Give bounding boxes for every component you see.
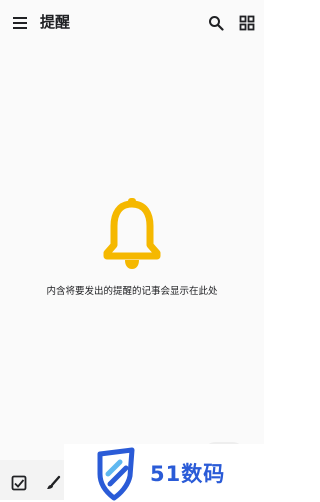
- page-title: 提醒: [40, 13, 71, 31]
- checkbox-icon: [11, 475, 27, 491]
- new-drawing-button[interactable]: [42, 472, 64, 494]
- watermark-text: 51数码: [150, 462, 226, 486]
- grid-view-icon: [239, 15, 255, 31]
- search-icon: [209, 16, 224, 31]
- menu-button[interactable]: [8, 11, 32, 35]
- new-list-button[interactable]: [8, 472, 30, 494]
- empty-state-message: 内含将要发出的提醒的记事会显示在此处: [46, 286, 218, 297]
- watermark: 51数码: [64, 444, 264, 501]
- grid-view-button[interactable]: [235, 11, 259, 35]
- brush-icon: [47, 475, 61, 489]
- menu-icon: [13, 17, 27, 29]
- empty-state-illustration: [103, 198, 161, 270]
- shield-logo-icon: [97, 447, 135, 501]
- top-app-bar: 提醒: [0, 0, 264, 46]
- bell-icon: [103, 198, 161, 269]
- search-button[interactable]: [204, 11, 228, 35]
